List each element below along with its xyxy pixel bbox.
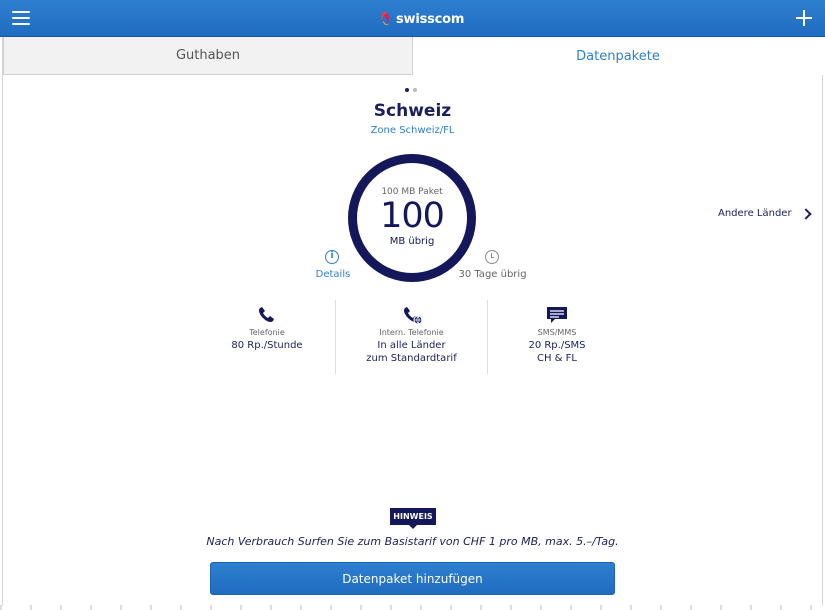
bottom-edge <box>0 605 825 610</box>
brand-name: swisscom <box>396 11 465 27</box>
top-bar: swisscom <box>0 0 825 37</box>
remaining-value: 100 <box>380 196 445 236</box>
feature-title: Telefonie <box>249 328 285 337</box>
page-dot[interactable] <box>413 88 417 92</box>
sms-icon <box>547 307 567 323</box>
swisscom-logo: swisscom <box>378 9 464 29</box>
zone-label: Zone Schweiz/FL <box>370 125 455 136</box>
days-remaining: 30 Tage übrig <box>458 269 527 280</box>
feature-value: 20 Rp./SMS <box>528 340 586 351</box>
feature-telephony: Telefonie 80 Rp./Stunde <box>200 300 334 374</box>
tab-guthaben[interactable]: Guthaben <box>3 37 413 75</box>
notice-badge: HINWEIS <box>390 508 436 529</box>
feature-title: SMS/MMS <box>537 328 577 337</box>
other-countries-label: Andere Länder <box>718 208 792 219</box>
country-title: Schweiz <box>373 101 452 121</box>
feature-sms: SMS/MMS 20 Rp./SMS CH & FL <box>489 300 625 374</box>
info-icon[interactable]: i <box>325 250 339 264</box>
tab-datenpakete[interactable]: Datenpakete <box>413 37 823 75</box>
feature-value: In alle Länder <box>377 340 446 351</box>
chevron-right-icon <box>799 207 812 220</box>
clock-icon <box>485 250 499 264</box>
international-phone-icon <box>403 307 422 325</box>
phone-icon <box>259 307 274 322</box>
swisscom-logo-mark-icon <box>381 11 390 26</box>
other-countries-link[interactable]: Andere Länder <box>718 207 812 220</box>
feature-value-line2: CH & FL <box>537 353 577 364</box>
notice-text: Nach Verbrauch Surfen Sie zum Basistarif… <box>206 535 619 548</box>
feature-value-line2: zum Standardtarif <box>366 353 457 364</box>
add-data-package-button[interactable]: Datenpaket hinzufügen <box>210 562 615 595</box>
page-indicator <box>405 88 417 92</box>
feature-title: Intern. Telefonie <box>379 328 444 337</box>
feature-value: 80 Rp./Stunde <box>231 340 303 351</box>
menu-icon[interactable] <box>12 11 30 25</box>
details-link[interactable]: Details <box>310 269 356 280</box>
feature-international-telephony: Intern. Telefonie In alle Länder zum Sta… <box>335 300 488 374</box>
plus-icon[interactable] <box>796 10 812 26</box>
page-dot-active[interactable] <box>405 88 409 92</box>
remaining-unit: MB übrig <box>389 236 435 247</box>
